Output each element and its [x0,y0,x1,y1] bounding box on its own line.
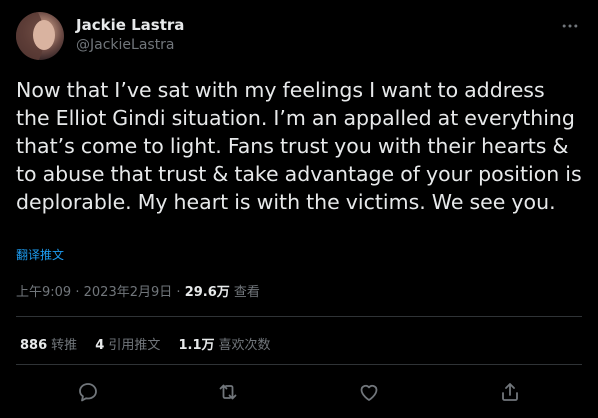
retweets-stat[interactable]: 886 转推 [20,334,77,353]
divider [16,316,582,317]
translate-link[interactable]: 翻译推文 [16,246,64,263]
like-icon[interactable] [357,380,381,404]
retweets-label: 转推 [51,338,78,353]
likes-count: 1.1万 [178,338,215,353]
author-display-name[interactable]: Jackie Lastra [76,15,184,35]
tweet-date[interactable]: 2023年2月9日 [84,285,173,300]
meta-separator: · [75,285,80,300]
likes-label: 喜欢次数 [218,338,271,353]
meta-separator: · [176,285,181,300]
author-handle[interactable]: @JackieLastra [76,35,184,55]
tweet-meta: 上午9:09 · 2023年2月9日 · 29.6万 查看 [16,281,260,300]
quotes-label: 引用推文 [108,338,161,353]
action-bar [0,378,598,408]
quotes-count: 4 [95,338,105,353]
quotes-stat[interactable]: 4 引用推文 [95,334,160,353]
share-icon[interactable] [498,380,522,404]
views-count: 29.6万 [184,285,230,300]
retweets-count: 886 [20,338,48,353]
tweet-header: Jackie Lastra @JackieLastra [16,12,582,64]
author-info[interactable]: Jackie Lastra @JackieLastra [76,15,184,55]
views-label: 查看 [233,285,260,300]
reply-icon[interactable] [76,380,100,404]
avatar[interactable] [16,12,64,60]
avatar-face [33,20,55,50]
divider [16,364,582,365]
more-options-icon[interactable] [560,16,580,36]
tweet-time[interactable]: 上午9:09 [16,285,71,300]
likes-stat[interactable]: 1.1万 喜欢次数 [179,334,271,353]
retweet-icon[interactable] [216,380,240,404]
engagement-stats: 886 转推 4 引用推文 1.1万 喜欢次数 [20,334,285,353]
tweet-text: Now that I’ve sat with my feelings I wan… [16,78,582,214]
